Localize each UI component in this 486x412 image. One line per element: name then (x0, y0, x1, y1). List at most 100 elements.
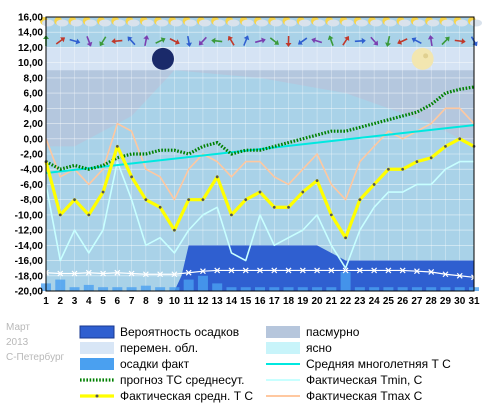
watermark-city: С-Петербург (6, 351, 65, 363)
cloud-icon (370, 19, 383, 27)
x-tick-label: 1 (43, 296, 49, 307)
actual-average-point (230, 213, 233, 217)
y-tick-label: -12,00 (15, 226, 44, 237)
x-tick-label: 3 (72, 296, 78, 307)
cloud-icon (141, 19, 154, 27)
actual-average-point (344, 236, 347, 240)
legend-label: пасмурно (306, 325, 360, 339)
legend-item-actual-max: Фактическая Tmax С (266, 389, 423, 403)
x-tick-label: 10 (169, 296, 181, 307)
precip-fact-bar (411, 287, 422, 291)
precip-fact-bar (340, 271, 351, 291)
full-moon-crater (423, 53, 429, 59)
cloud-icon (441, 19, 454, 27)
actual-average-point (287, 205, 290, 209)
cloud-icon (241, 19, 254, 27)
x-tick-label: 6 (115, 296, 121, 307)
y-tick-label: 4,00 (24, 104, 44, 115)
precip-fact-bar (426, 287, 437, 291)
cloud-icon (84, 19, 97, 27)
precip-fact-bar (369, 287, 380, 291)
x-tick-label: 29 (440, 296, 452, 307)
legend-item-actual-min: Фактическая Tmin, С (266, 373, 423, 387)
y-tick-label: 14,00 (18, 28, 43, 39)
cloud-icon (127, 19, 140, 27)
x-tick-label: 26 (397, 296, 409, 307)
legend-swatch (79, 325, 115, 339)
cloud-icon (184, 19, 197, 27)
x-tick-label: 16 (254, 296, 266, 307)
y-tick-label: 0,00 (24, 134, 44, 145)
actual-average-point (429, 156, 433, 160)
cloud-icon (42, 19, 54, 27)
cloud-icon (213, 19, 226, 27)
precip-fact-bar (269, 287, 280, 291)
actual-average-point (444, 144, 447, 148)
precip-fact-bar (98, 287, 109, 291)
x-tick-label: 7 (129, 296, 135, 307)
x-tick-label: 23 (354, 296, 366, 307)
x-tick-label: 25 (383, 296, 395, 307)
x-tick-label: 24 (369, 296, 381, 307)
actual-average-point (58, 213, 62, 217)
actual-average-point (173, 228, 176, 232)
actual-average-point (87, 213, 91, 217)
x-tick-label: 13 (212, 296, 224, 307)
x-tick-label: 31 (468, 296, 480, 307)
legend-item-clear: ясно (266, 341, 332, 355)
y-tick-label: 12,00 (18, 43, 43, 54)
x-tick-label: 30 (454, 296, 466, 307)
new-moon-icon (151, 47, 174, 70)
x-tick-label: 20 (312, 296, 324, 307)
legend-label: перемен. обл. (120, 341, 198, 355)
precip-fact-bar (169, 287, 180, 291)
y-tick-label: -20,00 (15, 287, 44, 298)
y-tick-label: 6,00 (24, 89, 44, 100)
actual-average-point (315, 179, 319, 183)
cloud-icon (198, 19, 211, 27)
watermark: Март 2013 С-Петербург (6, 322, 65, 363)
precip-fact-bar (354, 287, 365, 291)
legend-swatch (80, 358, 114, 370)
actual-average-point (387, 167, 390, 171)
x-tick-label: 9 (157, 296, 163, 307)
cloud-icon (270, 19, 283, 27)
precip-fact-bar (297, 287, 308, 291)
legend-swatch (266, 342, 300, 354)
cloud-icon (355, 19, 368, 27)
x-tick-label: 12 (197, 296, 209, 307)
precip-fact-bar (140, 285, 151, 291)
watermark-year: 2013 (6, 337, 29, 348)
x-tick-label: 14 (226, 296, 238, 307)
y-tick-label: 10,00 (18, 58, 43, 69)
x-tick-label: 22 (340, 296, 352, 307)
cloud-icon (427, 19, 440, 27)
cloud-icon (56, 19, 69, 27)
actual-average-point (329, 213, 333, 217)
precip-fact-bar (326, 287, 337, 291)
legend-label: ясно (306, 341, 332, 355)
actual-average-point (258, 190, 262, 194)
precip-fact-bar (183, 279, 194, 291)
actual-average-point (415, 160, 419, 164)
actual-average-point (144, 198, 148, 202)
precip-fact-bar (197, 275, 208, 291)
cloud-icon (412, 19, 425, 27)
actual-average-point (101, 190, 105, 194)
x-tick-label: 2 (57, 296, 63, 307)
legend-label: Фактическая Tmax С (306, 389, 423, 403)
actual-average-point (244, 198, 248, 202)
precip-fact-bar (397, 287, 408, 291)
legend: Вероятность осадков пасмурно перемен. обл.… (79, 325, 451, 403)
actual-average-point (358, 198, 362, 202)
cloud-icon (327, 19, 340, 27)
precip-fact-bar (240, 287, 251, 291)
actual-average-point (301, 190, 305, 194)
precip-fact-bar (226, 287, 237, 291)
x-tick-label: 28 (426, 296, 438, 307)
cloud-icon (70, 19, 83, 27)
legend-item-partly-cloudy: перемен. обл. (80, 341, 198, 355)
x-tick-label: 27 (411, 296, 423, 307)
legend-item-climate-avg: Средняя многолетняя Т С (266, 357, 451, 371)
legend-item-actual-avg: Фактическая средн. Т С (80, 389, 253, 403)
